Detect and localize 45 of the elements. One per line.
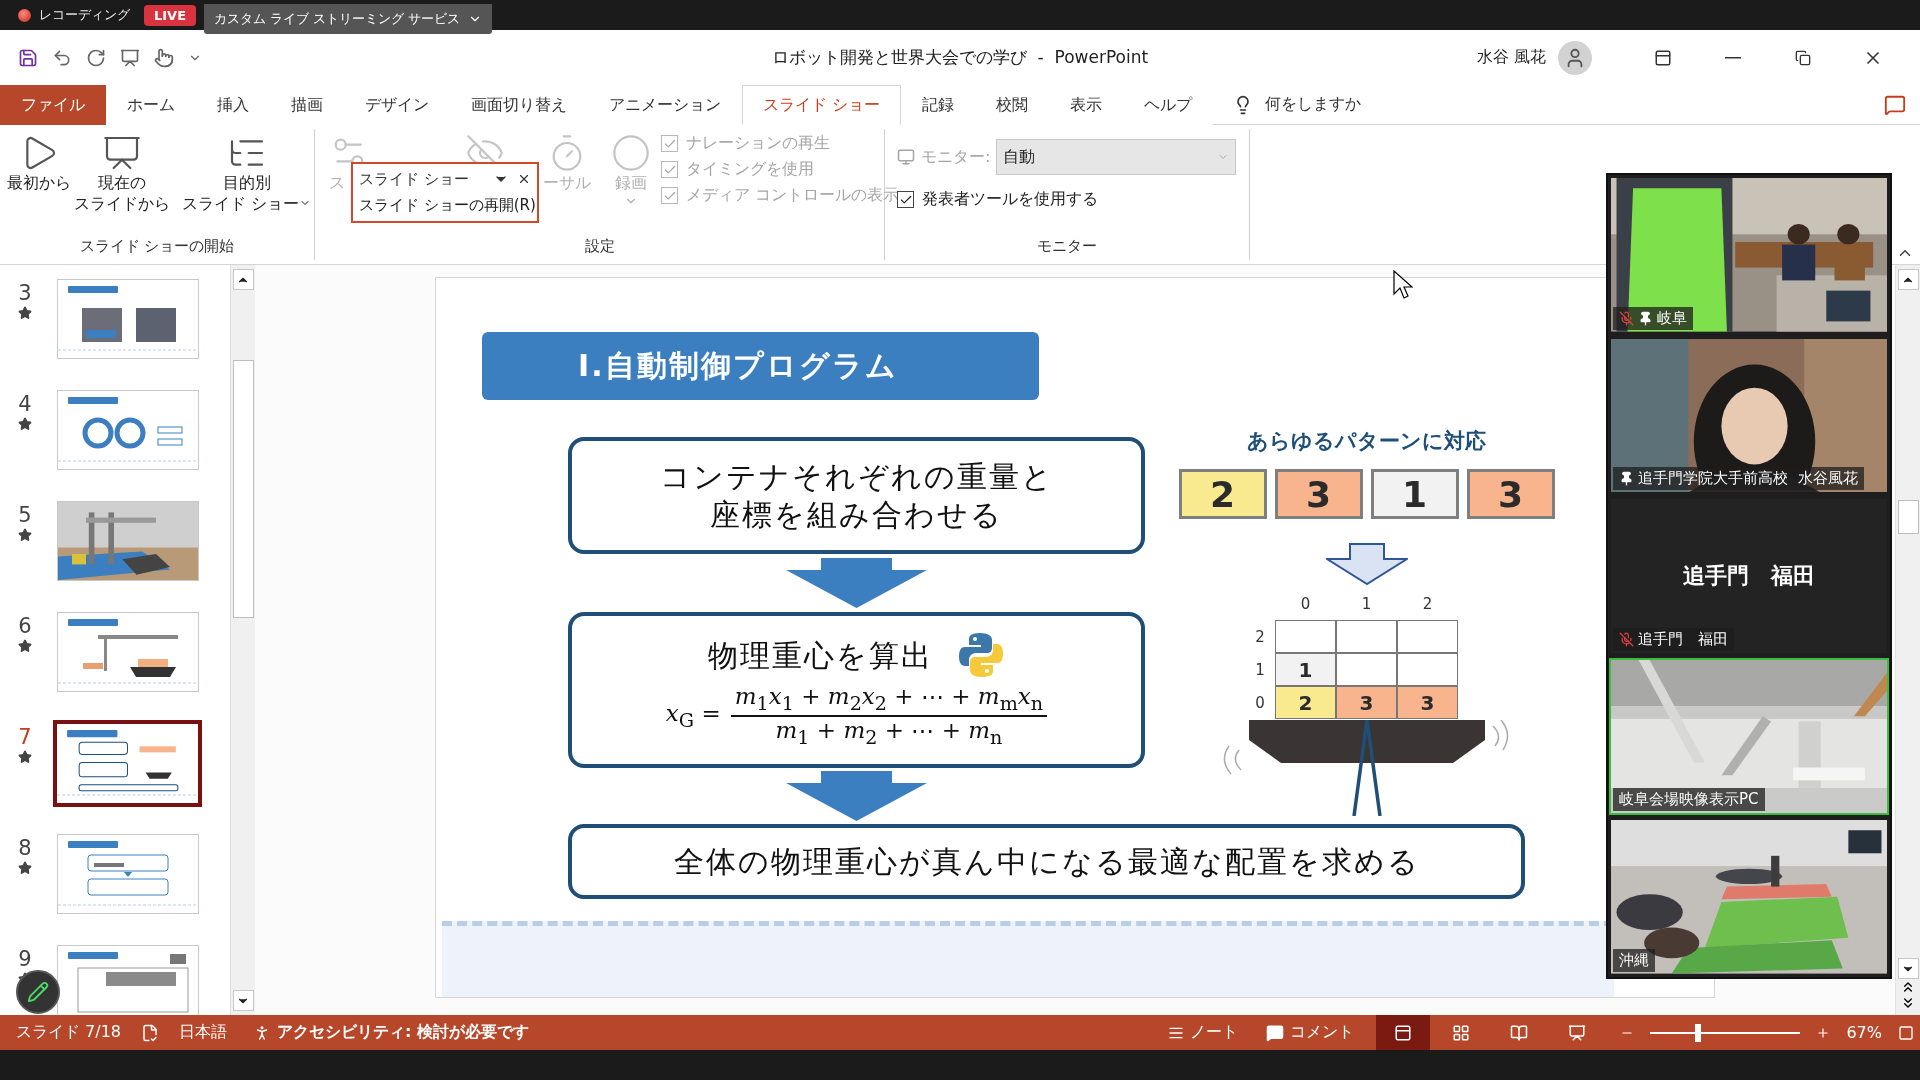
formula-numerator: m$_{1}$x$_{1}$ + m$_{2}$x$_{2}$ + ⋯ + m$_{m}$x$_{n}$ — [730, 683, 1048, 717]
recording-status: レコーディング — [39, 6, 130, 24]
monitor-label: モニター: — [921, 146, 991, 168]
popup-title: スライド ショー — [359, 169, 470, 189]
pattern-heading: あらゆるパターンに対応 — [1247, 428, 1486, 455]
user-name: 水谷 風花 — [1476, 47, 1546, 68]
participant-label: 岐阜 — [1657, 308, 1687, 328]
live-badge: LIVE — [144, 4, 197, 26]
participant-label: 岐阜会場映像表示PC — [1619, 790, 1759, 810]
axis-label: 2 — [1421, 593, 1434, 615]
group-label: 設定 — [584, 237, 615, 257]
group-label: スライド ショーの開始 — [79, 237, 235, 257]
window-title: ロボット開発と世界大会での学び - PowerPoint — [771, 46, 1149, 69]
slide-count: スライド 7/18 — [16, 1022, 121, 1043]
slide-number: 9 — [18, 947, 32, 973]
slide-number: 4 — [18, 392, 32, 418]
container-block: 3 — [1466, 469, 1555, 519]
slide-number: 3 — [18, 281, 32, 307]
axis-label: 1 — [1360, 593, 1373, 615]
participant-label: 沖縄 — [1619, 950, 1649, 970]
container-block: 3 — [1274, 469, 1363, 519]
step-box: 物理重心を算出 x$_{G}$ = m$_{1}$x$_{1}$ + m$_{2}$x$_{2}$ + ⋯ + m$_{m}$x$_{n}$ m$_{1}$ + m$_{2}$ + ⋯ + m$_{n}$ — [568, 612, 1145, 768]
axis-label: 1 — [1254, 659, 1266, 681]
axis-label: 0 — [1254, 692, 1266, 714]
participant-label: 追手門学院大手前高校 水谷風花 — [1638, 469, 1858, 489]
slide-number: 6 — [18, 614, 32, 640]
slide-title: I.自動制御プログラム — [482, 332, 1039, 400]
container-block: 2 — [1178, 469, 1267, 519]
slide-number: 8 — [18, 836, 32, 862]
axis-label: 2 — [1254, 626, 1266, 648]
container-cell: 3 — [1336, 686, 1397, 719]
container-block: 1 — [1370, 469, 1459, 519]
participant-name: 追手門 福田 — [1683, 562, 1815, 590]
step-box: コンテナそれぞれの重量と 座標を組み合わせる — [568, 437, 1145, 554]
participant-label: 追手門 福田 — [1638, 629, 1728, 649]
formula-denominator: m$_{1}$ + m$_{2}$ + ⋯ + m$_{n}$ — [774, 717, 1004, 749]
slide-number: 7 — [18, 725, 32, 751]
formula-lhs: x$_{G}$ = — [665, 700, 721, 732]
container-cell: 1 — [1275, 653, 1336, 686]
slide-number: 5 — [18, 503, 32, 529]
group-label: モニター — [1037, 237, 1097, 257]
axis-label: 0 — [1299, 593, 1312, 615]
step-box: 全体の物理重心が真ん中になる最適な配置を求める — [568, 824, 1525, 899]
container-cell: 3 — [1397, 686, 1458, 719]
container-cell: 2 — [1275, 686, 1336, 719]
